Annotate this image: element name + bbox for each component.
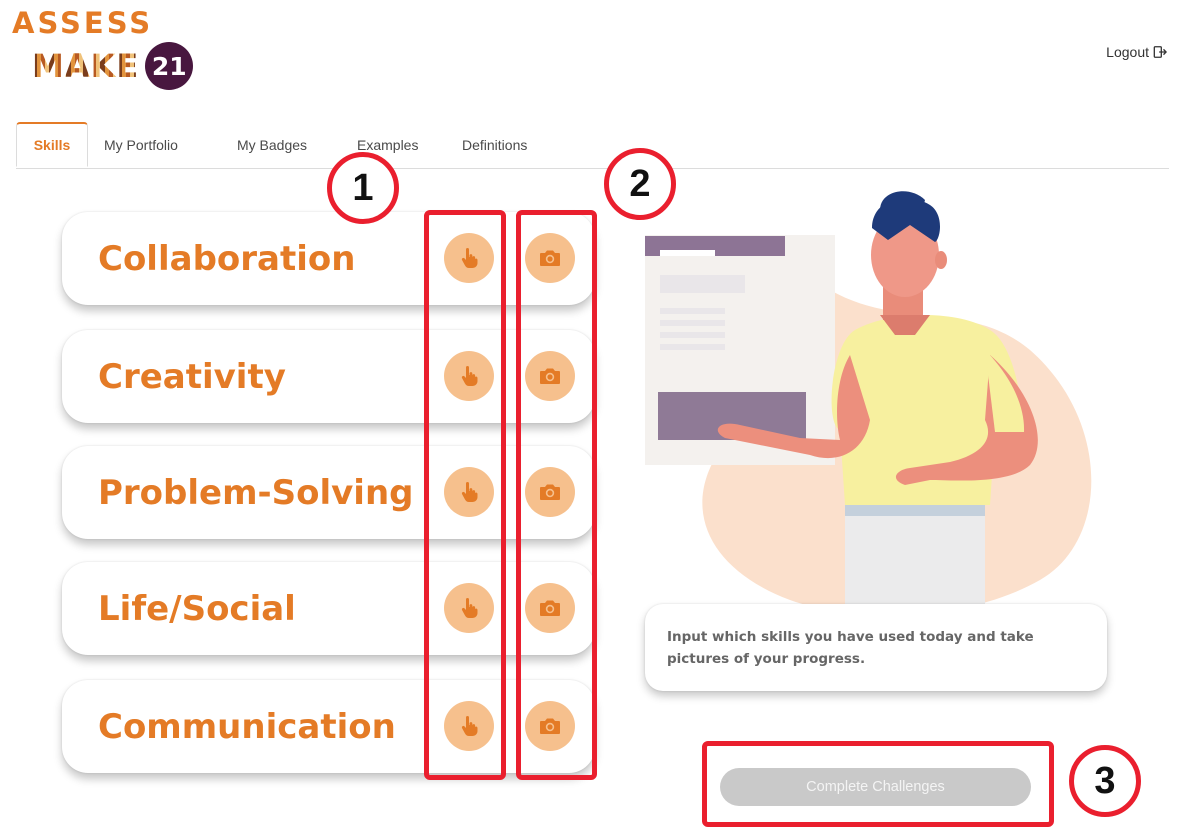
annotation-number-2: 2 — [604, 148, 676, 220]
tab-my-badges-label: My Badges — [237, 137, 308, 153]
tab-my-badges[interactable]: My Badges — [237, 122, 307, 168]
instructions-box: Input which skills you have used today a… — [645, 604, 1107, 691]
skill-label: Communication — [98, 706, 396, 747]
annotation-number-1: 1 — [327, 152, 399, 224]
logo-assess-text: ASSESS — [12, 6, 154, 40]
tab-my-portfolio[interactable]: My Portfolio — [104, 122, 178, 168]
instructions-text: Input which skills you have used today a… — [667, 629, 1034, 667]
logo-make-text: MAKE — [32, 47, 140, 85]
logout-label: Logout — [1106, 44, 1149, 60]
annotation-number-3: 3 — [1069, 745, 1141, 817]
logo-21-badge: 21 — [145, 42, 194, 90]
tab-definitions-label: Definitions — [462, 137, 528, 153]
tab-skills-label: Skills — [33, 137, 71, 153]
person-illustration — [645, 191, 1092, 620]
skill-label: Collaboration — [98, 238, 356, 279]
highlight-complete-button — [702, 741, 1054, 827]
tab-my-portfolio-label: My Portfolio — [104, 137, 178, 153]
highlight-select-column — [424, 210, 506, 780]
logout-link[interactable]: Logout — [1106, 44, 1167, 60]
tab-examples-label: Examples — [357, 137, 419, 153]
highlight-photo-column — [516, 210, 597, 780]
logout-icon — [1153, 46, 1167, 58]
tab-skills[interactable]: Skills — [16, 122, 88, 167]
tab-definitions[interactable]: Definitions — [462, 122, 527, 168]
main-tabs: Skills My Portfolio My Badges Examples D… — [16, 122, 1169, 169]
skill-label: Life/Social — [98, 588, 296, 629]
skill-label: Problem-Solving — [98, 472, 414, 513]
skill-label: Creativity — [98, 356, 286, 397]
logo-make-row: MAKE 21 — [32, 42, 194, 90]
